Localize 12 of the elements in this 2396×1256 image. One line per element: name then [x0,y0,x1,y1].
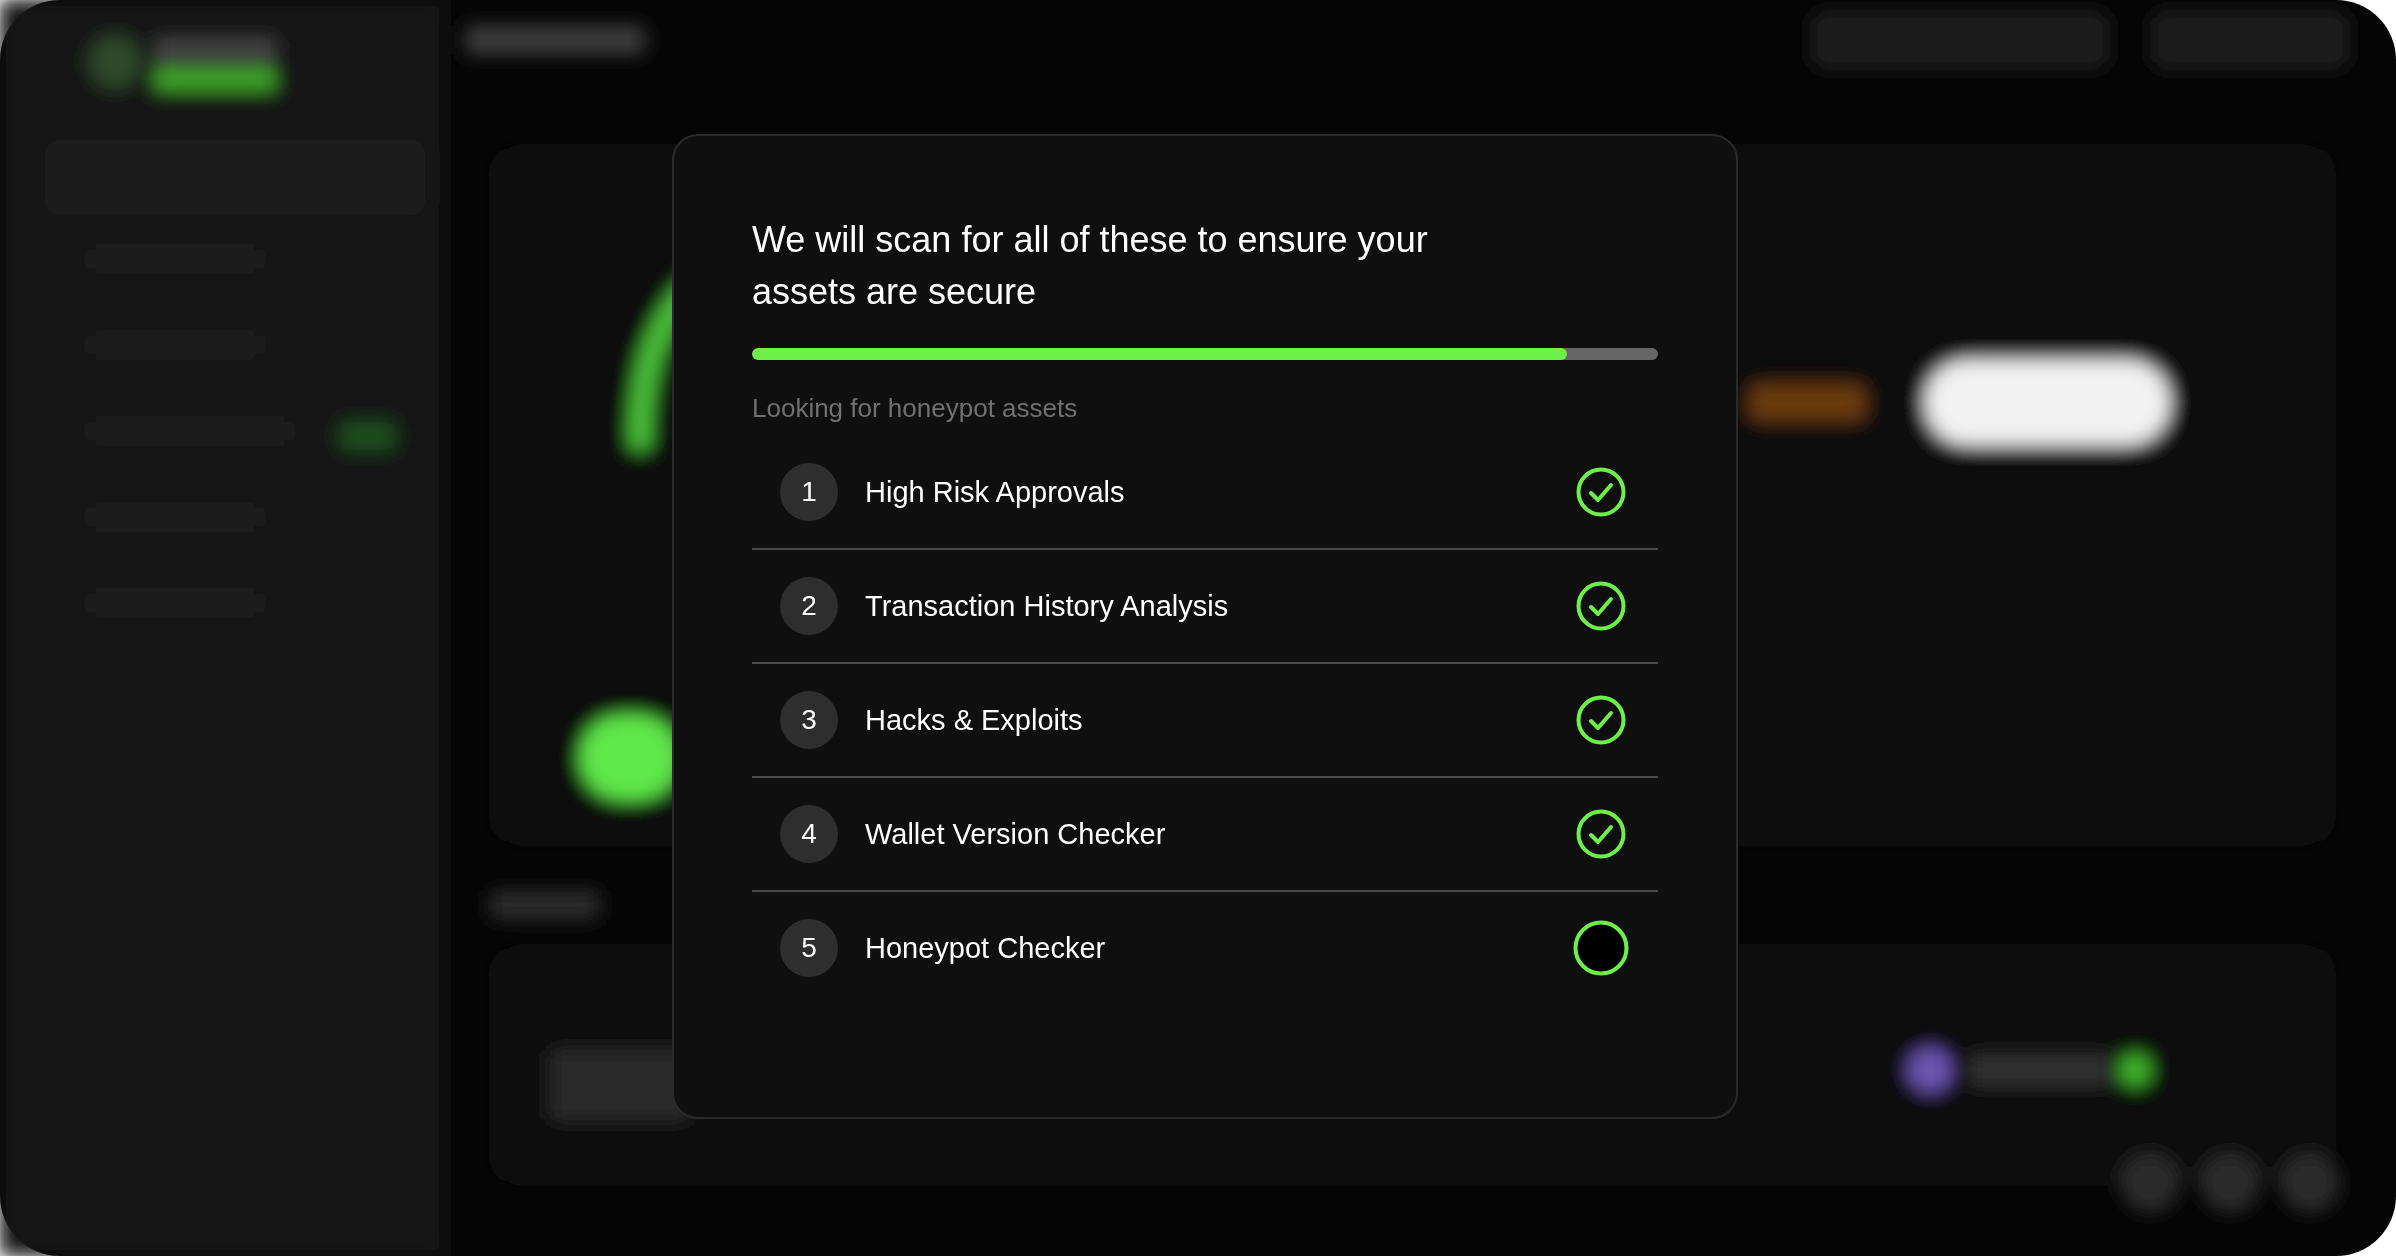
step-number: 4 [780,805,838,863]
step-number: 3 [780,691,838,749]
status-text: Looking for honeypot assets [752,392,1079,425]
dialog-title: We will scan for all of these to ensure your assets are secure [752,218,1429,314]
step-label: Hacks & Exploits [865,703,1084,737]
step-label: Transaction History Analysis [865,589,1230,623]
step-label: Honeypot Checker [865,931,1107,965]
step-number: 2 [780,577,838,635]
step-label: Wallet Version Checker [865,817,1167,851]
step-number: 1 [780,463,838,521]
step-label: High Risk Approvals [865,475,1126,509]
step-number: 5 [780,919,838,977]
